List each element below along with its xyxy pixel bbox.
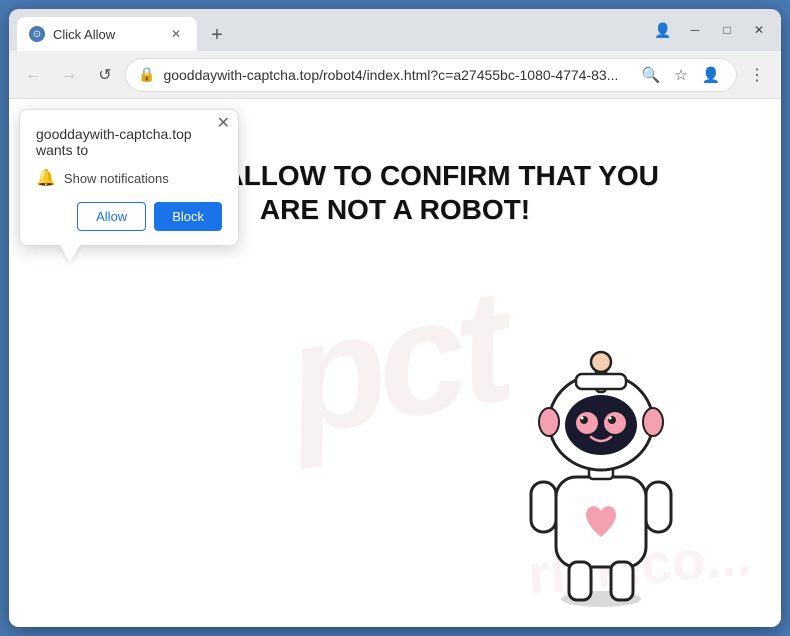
- popup-buttons: Allow Block: [36, 202, 222, 231]
- popup-close-button[interactable]: ✕: [217, 116, 230, 132]
- tab-close-button[interactable]: ✕: [167, 25, 185, 43]
- back-button[interactable]: ←: [17, 59, 49, 91]
- notification-popup: ✕ gooddaywith-captcha.top wants to 🔔 Sho…: [19, 109, 239, 246]
- page-content: pct risk.co... ✕ gooddaywith-captcha.top…: [9, 99, 781, 627]
- profile-button[interactable]: 👤: [698, 62, 724, 88]
- block-button[interactable]: Block: [154, 202, 222, 231]
- robot-svg: [501, 307, 701, 607]
- popup-site-text: gooddaywith-captcha.top wants to: [36, 126, 222, 158]
- notification-label: Show notifications: [64, 171, 169, 186]
- tabs-area: ⊙ Click Allow ✕ +: [17, 9, 649, 51]
- address-bar-icons: 🔍 ☆ 👤: [638, 62, 724, 88]
- bookmark-button[interactable]: ☆: [668, 62, 694, 88]
- security-lock-icon: 🔒: [138, 66, 155, 83]
- address-bar[interactable]: 🔒 gooddaywith-captcha.top/robot4/index.h…: [125, 58, 737, 92]
- refresh-button[interactable]: ↺: [89, 59, 121, 91]
- notification-row: 🔔 Show notifications: [36, 168, 222, 188]
- chrome-profile-button[interactable]: 👤: [649, 16, 677, 44]
- new-tab-button[interactable]: +: [201, 19, 233, 51]
- maximize-button[interactable]: □: [713, 16, 741, 44]
- bell-icon: 🔔: [36, 168, 56, 188]
- minimize-button[interactable]: ─: [681, 16, 709, 44]
- close-button[interactable]: ✕: [745, 16, 773, 44]
- forward-button[interactable]: →: [53, 59, 85, 91]
- navigation-bar: ← → ↺ 🔒 gooddaywith-captcha.top/robot4/i…: [9, 51, 781, 99]
- robot-illustration: [481, 287, 701, 607]
- title-bar-controls: 👤 ─ □ ✕: [649, 16, 773, 44]
- tab-title: Click Allow: [53, 27, 159, 42]
- url-text: gooddaywith-captcha.top/robot4/index.htm…: [163, 67, 630, 83]
- search-icon-button[interactable]: 🔍: [638, 62, 664, 88]
- browser-window: ⊙ Click Allow ✕ + 👤 ─ □ ✕: [9, 9, 781, 627]
- menu-button[interactable]: ⋮: [741, 59, 773, 91]
- active-tab[interactable]: ⊙ Click Allow ✕: [17, 17, 197, 51]
- title-bar: ⊙ Click Allow ✕ + 👤 ─ □ ✕: [9, 9, 781, 51]
- allow-button[interactable]: Allow: [77, 202, 146, 231]
- tab-favicon: ⊙: [29, 26, 45, 42]
